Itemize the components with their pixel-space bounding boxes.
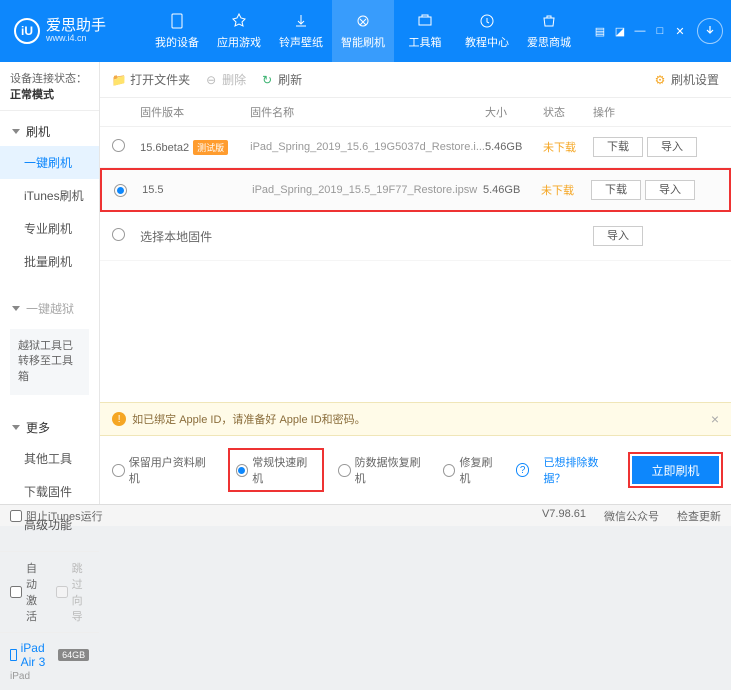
nav-icon	[416, 12, 434, 30]
jailbreak-notice: 越狱工具已转移至工具箱	[10, 329, 89, 395]
apple-id-warning: 如已绑定 Apple ID，请准备好 Apple ID和密码。	[132, 411, 366, 427]
anti-recovery-radio[interactable]: 防数据恢复刷机	[338, 454, 429, 486]
flash-tab-3[interactable]: 批量刷机	[24, 245, 99, 278]
sidebar-group-flash[interactable]: 刷机	[0, 117, 99, 146]
nav-3[interactable]: 智能刷机	[332, 0, 394, 62]
import-button[interactable]: 导入	[593, 226, 643, 246]
nav-1[interactable]: 应用游戏	[208, 0, 270, 62]
open-folder-button[interactable]: 📁打开文件夹	[112, 71, 190, 88]
check-update-link[interactable]: 检查更新	[677, 508, 721, 524]
nav-2[interactable]: 铃声壁纸	[270, 0, 332, 62]
download-button[interactable]: 下载	[593, 137, 643, 157]
caret-down-icon	[12, 425, 20, 430]
gear-icon: ⚙	[653, 73, 667, 87]
firmware-row[interactable]: 15.5iPad_Spring_2019_15.5_19F77_Restore.…	[100, 168, 731, 212]
block-itunes-checkbox[interactable]: 阻止iTunes运行	[10, 508, 103, 524]
maximize-icon[interactable]: □	[651, 24, 669, 38]
repair-flash-radio[interactable]: 修复刷机	[443, 454, 502, 486]
import-button[interactable]: 导入	[645, 180, 695, 200]
flash-now-button[interactable]: 立即刷机	[632, 456, 719, 484]
nav-icon	[292, 12, 310, 30]
caret-down-icon	[12, 129, 20, 134]
device-icon	[10, 649, 17, 661]
version-label: V7.98.61	[542, 508, 586, 524]
flash-settings-button[interactable]: ⚙刷机设置	[653, 71, 719, 88]
refresh-button[interactable]: ↻刷新	[260, 71, 302, 88]
nav-icon	[540, 12, 558, 30]
import-button[interactable]: 导入	[647, 137, 697, 157]
delete-icon: ⊖	[204, 73, 218, 87]
brand-url: www.i4.cn	[46, 34, 106, 44]
nav-5[interactable]: 教程中心	[456, 0, 518, 62]
folder-icon: 📁	[112, 73, 126, 87]
download-button[interactable]: 下载	[591, 180, 641, 200]
logo-icon: iU	[14, 18, 40, 44]
col-version: 固件版本	[140, 104, 250, 120]
row-radio[interactable]	[112, 139, 125, 152]
nav-icon	[230, 12, 248, 30]
refresh-icon: ↻	[260, 73, 274, 87]
close-icon[interactable]: ✕	[671, 24, 689, 38]
flash-tab-2[interactable]: 专业刷机	[24, 212, 99, 245]
brand-name: 爱思助手	[46, 18, 106, 35]
keep-data-radio[interactable]: 保留用户资料刷机	[112, 454, 214, 486]
col-size: 大小	[485, 104, 543, 120]
col-status: 状态	[543, 104, 593, 120]
flash-tab-0[interactable]: 一键刷机	[0, 146, 99, 179]
skip-guide-checkbox[interactable]: 跳过向导	[56, 560, 90, 624]
download-manager-icon[interactable]	[697, 18, 723, 44]
help-icon[interactable]: ?	[516, 463, 530, 477]
normal-flash-radio[interactable]: 常规快速刷机	[228, 448, 324, 492]
minimize-icon[interactable]: —	[631, 24, 649, 38]
nav-icon	[478, 12, 496, 30]
auto-activate-checkbox[interactable]: 自动激活	[10, 560, 44, 624]
firmware-row[interactable]: 15.6beta2测试版iPad_Spring_2019_15.6_19G503…	[100, 127, 731, 168]
caret-down-icon	[12, 306, 20, 311]
close-alert-icon[interactable]: ×	[711, 411, 719, 427]
delete-button[interactable]: ⊖删除	[204, 71, 246, 88]
select-local-label: 选择本地固件	[140, 228, 250, 245]
warning-icon: !	[112, 412, 126, 426]
sidebar-group-more[interactable]: 更多	[0, 413, 99, 442]
device-info[interactable]: iPad Air 3 64GB iPad	[0, 632, 99, 690]
nav-icon	[354, 12, 372, 30]
more-tab-1[interactable]: 下载固件	[24, 475, 99, 508]
nav-4[interactable]: 工具箱	[394, 0, 456, 62]
col-action: 操作	[593, 104, 719, 120]
connection-status: 设备连接状态：正常模式	[0, 62, 99, 111]
skin-icon[interactable]: ◪	[611, 24, 629, 38]
flash-tab-1[interactable]: iTunes刷机	[24, 179, 99, 212]
menu-icon[interactable]: ▤	[591, 24, 609, 38]
row-radio[interactable]	[114, 184, 127, 197]
nav-icon	[168, 12, 186, 30]
exclude-data-link[interactable]: 已想排除数据？	[543, 454, 617, 486]
col-name: 固件名称	[250, 104, 485, 120]
nav-0[interactable]: 我的设备	[146, 0, 208, 62]
select-local-radio[interactable]	[112, 228, 125, 241]
more-tab-0[interactable]: 其他工具	[24, 442, 99, 475]
wechat-link[interactable]: 微信公众号	[604, 508, 659, 524]
nav-6[interactable]: 爱思商城	[518, 0, 580, 62]
sidebar-group-jailbreak[interactable]: 一键越狱	[0, 294, 99, 323]
